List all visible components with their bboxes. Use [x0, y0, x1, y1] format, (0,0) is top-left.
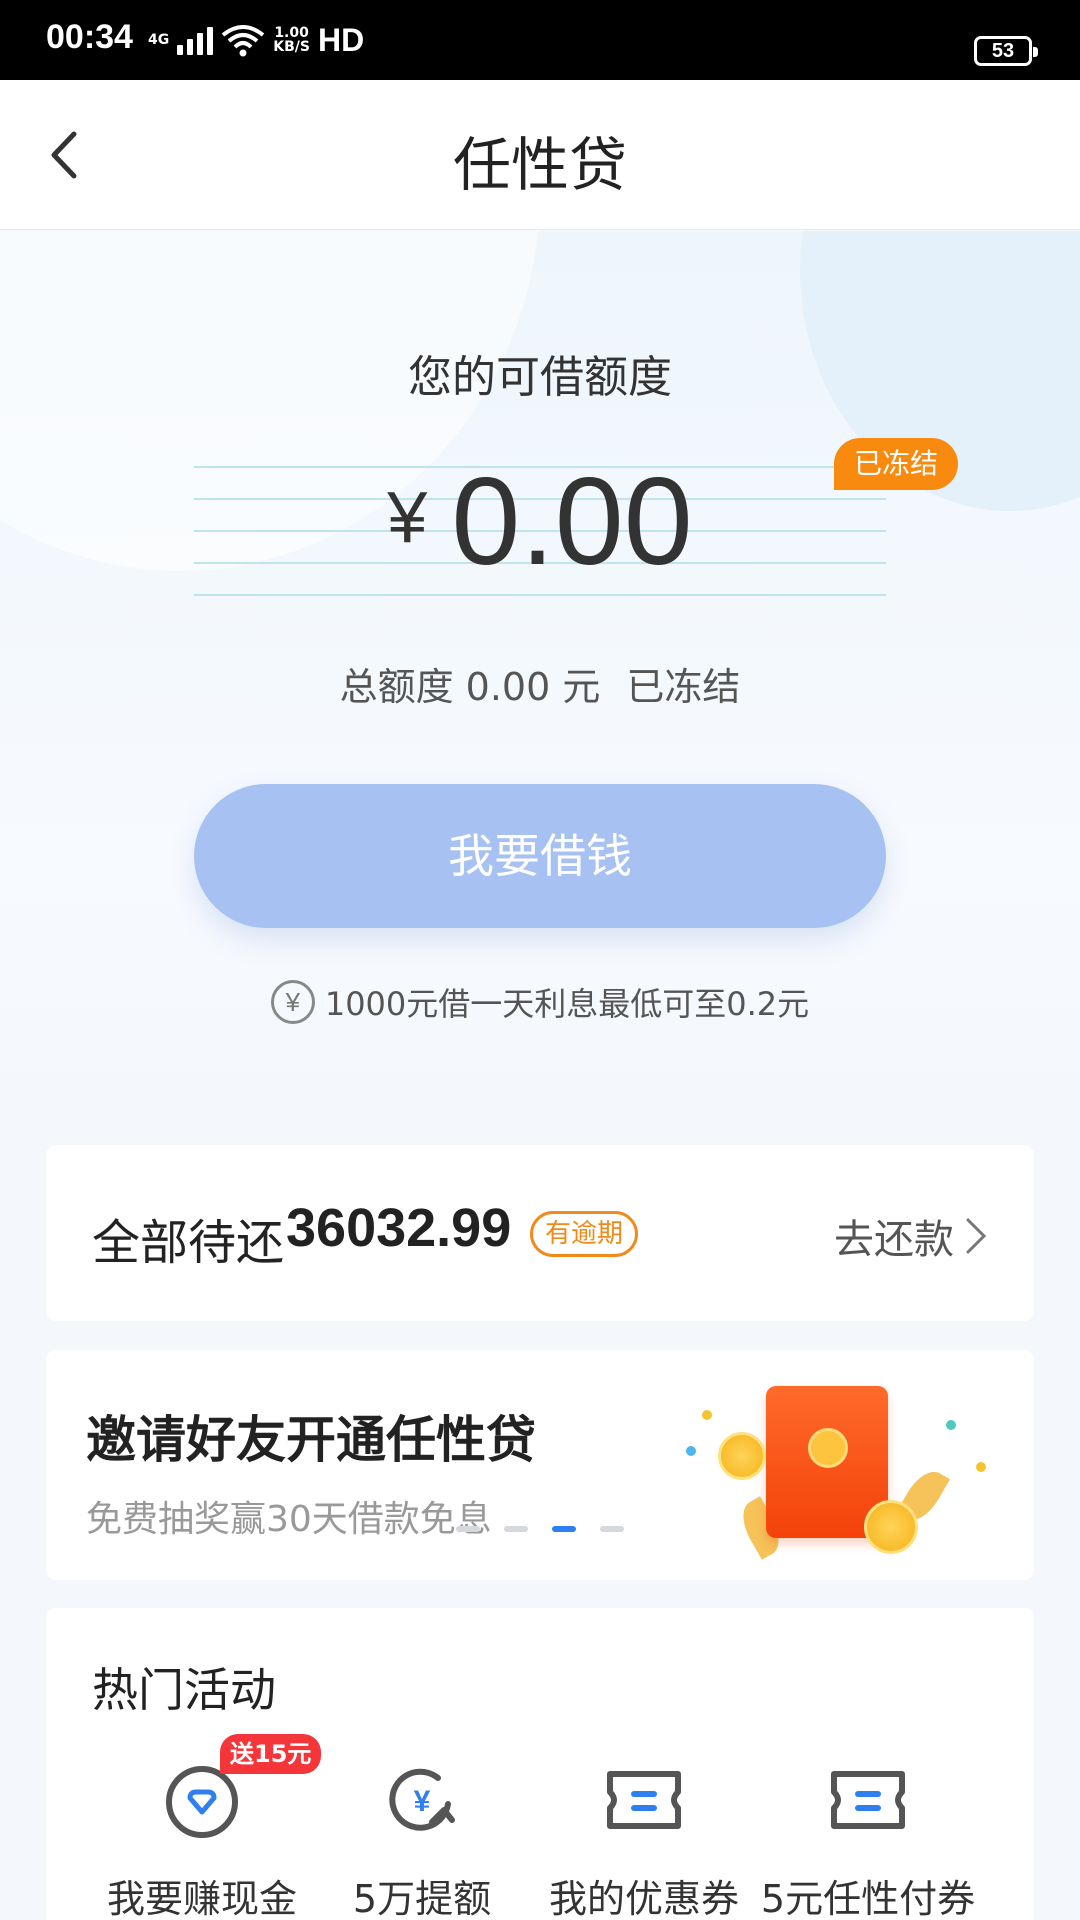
carousel-dot — [504, 1526, 528, 1532]
sparkle-decor — [976, 1462, 986, 1472]
total-quota-status: 已冻结 — [626, 665, 741, 709]
activity-icon-wrap — [828, 1760, 908, 1840]
frozen-badge: 已冻结 — [834, 438, 959, 490]
activity-label: 5万提额 — [352, 1877, 492, 1920]
banner-subtitle: 免费抽奖赢30天借款免息 — [86, 1499, 492, 1540]
coupon-icon — [831, 1771, 905, 1829]
repay-amount: 36032.99 — [286, 1198, 512, 1258]
carousel-dot — [600, 1526, 624, 1532]
wifi-icon — [221, 25, 265, 57]
total-quota: 总额度 0.00 元已冻结 — [0, 656, 1080, 711]
borrow-button[interactable]: 我要借钱 — [194, 784, 886, 928]
activity-label: 我要赚现金 — [106, 1877, 297, 1920]
coin-icon — [864, 1500, 918, 1554]
yen-circle-arrow-icon: ¥ — [389, 1768, 455, 1831]
activity-coupon-5yuan[interactable]: 5元任性付券 — [758, 1760, 978, 1920]
overdue-badge: 有逾期 — [530, 1211, 639, 1257]
nav-bar: 任性贷 — [0, 80, 1080, 230]
activity-icon-wrap: 送15元 — [162, 1734, 322, 1840]
interest-tip: ¥ 1000元借一天利息最低可至0.2元 — [0, 979, 1080, 1025]
total-quota-text: 总额度 0.00 元 — [339, 665, 601, 709]
amount-value: 0.00 — [451, 453, 693, 591]
yen-circle-icon: ¥ — [270, 980, 315, 1024]
gift-badge: 送15元 — [220, 1734, 322, 1774]
signal-icon — [177, 25, 214, 55]
activity-my-coupons[interactable]: 我的优惠券 — [534, 1760, 754, 1920]
status-icons: 4G 1.00 KB/S HD — [148, 20, 364, 60]
network-type: 4G — [148, 32, 170, 48]
banner-title: 邀请好友开通任性贷 — [86, 1411, 536, 1469]
repay-card[interactable]: 全部待还 36032.99 有逾期 去还款 — [46, 1145, 1034, 1321]
status-time: 00:34 — [46, 18, 133, 56]
activity-label: 我的优惠券 — [548, 1877, 739, 1920]
svg-text:¥: ¥ — [414, 1785, 431, 1818]
page-title: 任性贷 — [452, 131, 627, 199]
network-speed: 1.00 KB/S — [273, 26, 310, 54]
speed-unit: KB/S — [273, 39, 310, 55]
carousel-indicator — [456, 1526, 624, 1532]
currency-symbol: ¥ — [387, 478, 428, 558]
sparkle-decor — [686, 1446, 696, 1456]
coupon-icon — [607, 1771, 681, 1829]
activity-icon-wrap: ¥ — [382, 1760, 462, 1840]
go-repay-label: 去还款 — [834, 1217, 954, 1263]
activity-raise-limit[interactable]: ¥ 5万提额 — [312, 1760, 532, 1920]
coin-icon — [718, 1432, 766, 1480]
hot-activities-card: 热门活动 送15元 我要赚现金 ¥ 5万提额 我的优惠券 5元任性付券 — [46, 1608, 1034, 1920]
hd-label: HD — [317, 21, 365, 58]
sparkle-decor — [702, 1410, 712, 1420]
go-repay-link[interactable]: 去还款 — [834, 1207, 990, 1265]
sparkle-decor — [946, 1420, 956, 1430]
speed-value: 1.00 — [274, 25, 309, 41]
battery-icon: 53 — [974, 36, 1038, 66]
activity-icon-wrap — [604, 1760, 684, 1840]
activity-label: 5元任性付券 — [760, 1877, 976, 1920]
envelope-seal — [808, 1428, 848, 1468]
status-bar: 00:34 4G 1.00 KB/S HD 53 — [0, 0, 1080, 80]
available-amount: ¥0.00 — [194, 451, 886, 593]
activity-earn-cash[interactable]: 送15元 我要赚现金 — [92, 1734, 322, 1920]
interest-tip-text: 1000元借一天利息最低可至0.2元 — [324, 985, 810, 1023]
quota-label: 您的可借额度 — [408, 352, 672, 403]
repay-label: 全部待还 — [92, 1215, 285, 1271]
carousel-dot — [456, 1526, 480, 1532]
carousel-dot-active — [552, 1526, 576, 1532]
activities-title: 热门活动 — [92, 1663, 276, 1717]
invite-banner[interactable]: 邀请好友开通任性贷 免费抽奖赢30天借款免息 — [46, 1350, 1034, 1580]
quota-section: 您的可借额度 ¥0.00 已冻结 总额度 0.00 元已冻结 我要借钱 ¥ 10… — [0, 231, 1080, 1131]
chevron-right-icon — [966, 1218, 987, 1254]
